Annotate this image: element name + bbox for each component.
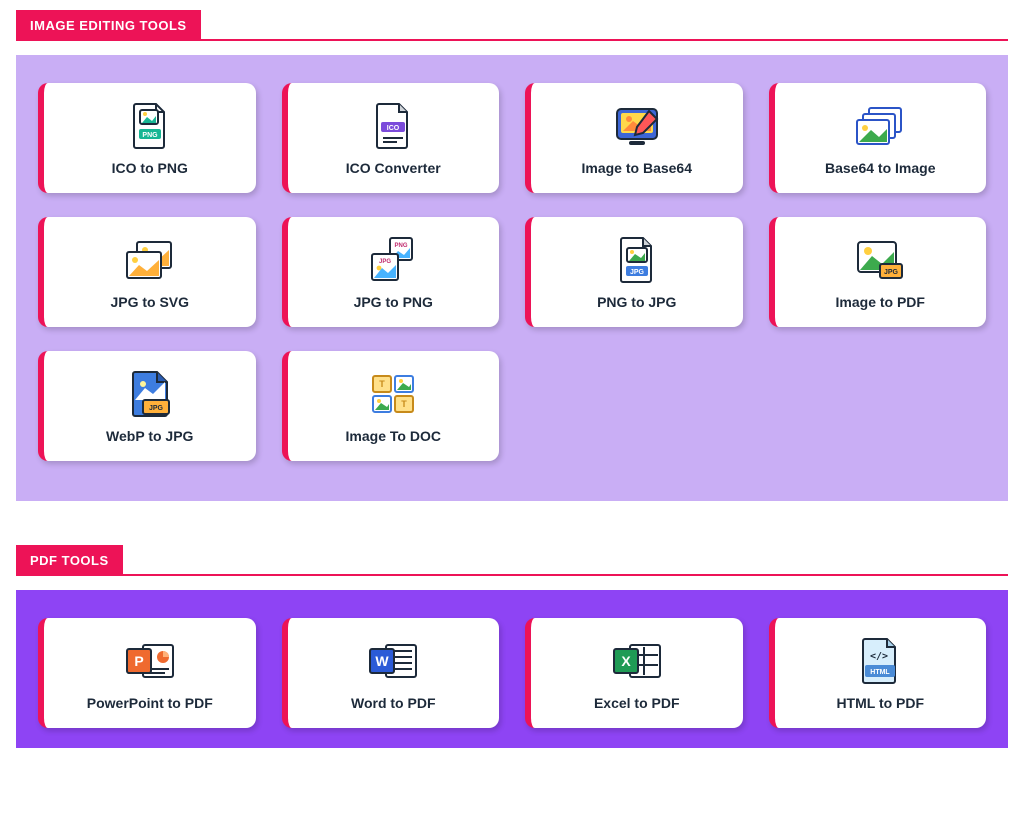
section-header: PDF TOOLS	[16, 545, 1008, 576]
tool-card-label: JPG to SVG	[110, 294, 189, 310]
image-edit-icon	[611, 100, 663, 152]
tool-card-label: ICO Converter	[346, 160, 441, 176]
svg-text:T: T	[380, 379, 386, 389]
tool-card[interactable]: </> HTML HTML to PDF	[769, 618, 987, 728]
svg-text:JPG: JPG	[149, 405, 164, 412]
excel-icon: X	[610, 635, 664, 687]
tool-card-label: Image To DOC	[346, 428, 441, 444]
tool-card-label: WebP to JPG	[106, 428, 193, 444]
tool-card-label: PNG to JPG	[597, 294, 676, 310]
svg-text:JPG: JPG	[630, 269, 645, 276]
svg-text:P: P	[134, 653, 143, 669]
tool-card-label: ICO to PNG	[112, 160, 188, 176]
svg-text:PNG: PNG	[142, 132, 158, 139]
svg-text:HTML: HTML	[871, 669, 891, 676]
section-rule	[201, 39, 1008, 41]
section-panel: PNG ICO to PNG ICO ICO Converter Image t…	[16, 55, 1008, 501]
svg-text:JPG: JPG	[379, 259, 391, 265]
html-file-icon: </> HTML	[859, 635, 901, 687]
word-icon: W	[366, 635, 420, 687]
images-stack-icon	[853, 100, 907, 152]
tool-card[interactable]: JPG WebP to JPG	[38, 351, 256, 461]
webp-jpg-icon: JPG	[127, 368, 173, 420]
tool-card[interactable]: Base64 to Image	[769, 83, 987, 193]
svg-text:</>: </>	[870, 651, 888, 662]
svg-text:PNG: PNG	[395, 243, 408, 249]
tool-card[interactable]: ICO ICO Converter	[282, 83, 500, 193]
powerpoint-icon: P	[123, 635, 177, 687]
svg-text:JPG: JPG	[884, 269, 899, 276]
image-doc-grid-icon: T T	[369, 368, 417, 420]
tool-card[interactable]: PNG ICO to PNG	[38, 83, 256, 193]
tool-card-label: Base64 to Image	[825, 160, 936, 176]
section-rule	[123, 574, 1008, 576]
image-jpg-badge-icon: JPG	[854, 234, 906, 286]
tool-card[interactable]: Image to Base64	[525, 83, 743, 193]
tool-card-label: HTML to PDF	[836, 695, 924, 711]
svg-text:X: X	[621, 653, 631, 669]
section-title: PDF TOOLS	[16, 545, 123, 576]
ico-file-icon: ICO	[373, 100, 413, 152]
svg-text:T: T	[402, 399, 408, 409]
tool-card[interactable]: JPG Image to PDF	[769, 217, 987, 327]
svg-text:W: W	[376, 653, 390, 669]
section-title: IMAGE EDITING TOOLS	[16, 10, 201, 41]
tool-card-label: Word to PDF	[351, 695, 436, 711]
tool-card-label: JPG to PNG	[354, 294, 433, 310]
tool-card[interactable]: PNG JPG JPG to PNG	[282, 217, 500, 327]
section-1: PDF TOOLS P PowerPoint to PDF W Word to …	[16, 545, 1008, 748]
tool-card[interactable]: W Word to PDF	[282, 618, 500, 728]
svg-text:ICO: ICO	[387, 125, 400, 132]
card-grid: P PowerPoint to PDF W Word to PDF X Exce…	[38, 618, 986, 728]
tool-card-label: Excel to PDF	[594, 695, 680, 711]
section-panel: P PowerPoint to PDF W Word to PDF X Exce…	[16, 590, 1008, 748]
images-stack-alt-icon	[123, 234, 177, 286]
tool-card-label: PowerPoint to PDF	[87, 695, 213, 711]
tool-card[interactable]: T T Image To DOC	[282, 351, 500, 461]
tool-card-label: Image to Base64	[582, 160, 693, 176]
tool-card[interactable]: JPG PNG to JPG	[525, 217, 743, 327]
tool-card-label: Image to PDF	[836, 294, 925, 310]
jpg-file-icon: JPG	[617, 234, 657, 286]
jpg-png-convert-icon: PNG JPG	[366, 234, 420, 286]
tool-card[interactable]: X Excel to PDF	[525, 618, 743, 728]
tool-card[interactable]: JPG to SVG	[38, 217, 256, 327]
section-header: IMAGE EDITING TOOLS	[16, 10, 1008, 41]
card-grid: PNG ICO to PNG ICO ICO Converter Image t…	[38, 83, 986, 461]
section-0: IMAGE EDITING TOOLS PNG ICO to PNG ICO I…	[16, 10, 1008, 501]
png-file-icon: PNG	[130, 100, 170, 152]
tool-card[interactable]: P PowerPoint to PDF	[38, 618, 256, 728]
